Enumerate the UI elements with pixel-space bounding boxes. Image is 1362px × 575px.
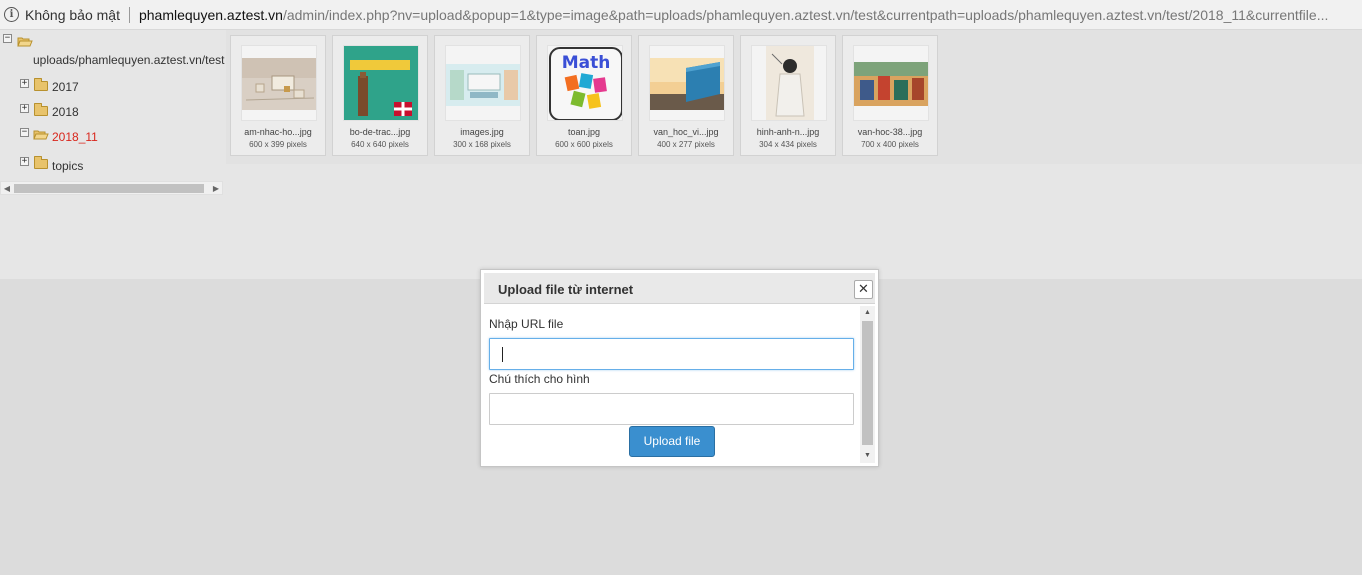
address-bar[interactable]: i Không bảo mật phamlequyen.aztest.vn/ad… xyxy=(0,0,1362,30)
close-icon[interactable]: ✕ xyxy=(854,280,873,299)
caption-field[interactable] xyxy=(489,393,854,425)
caption-field-label: Chú thích cho hình xyxy=(489,372,590,386)
image-dimensions: 600 x 600 pixels xyxy=(555,140,613,149)
image-name: bo-de-trac...jpg xyxy=(349,127,411,137)
folder-tree: − uploads/phamlequyen.aztest.vn/test + 2… xyxy=(0,30,226,200)
image-thumbnail[interactable] xyxy=(445,45,521,121)
image-thumbnail[interactable]: Math xyxy=(547,45,623,121)
tree-item-label[interactable]: topics xyxy=(52,159,83,173)
url-host[interactable]: phamlequyen.aztest.vn xyxy=(139,7,283,23)
image-grid: am-nhac-ho...jpg 600 x 399 pixels bo-de-… xyxy=(226,30,1362,164)
dialog-vertical-scrollbar[interactable]: ▲ ▼ xyxy=(860,306,875,463)
scroll-up-icon[interactable]: ▲ xyxy=(860,307,875,319)
dialog-header[interactable]: Upload file từ internet ✕ xyxy=(484,273,875,304)
scrollbar-thumb[interactable] xyxy=(14,184,204,193)
image-name: van-hoc-38...jpg xyxy=(857,127,923,137)
scroll-down-icon[interactable]: ▼ xyxy=(860,450,875,462)
image-name: van_hoc_vi...jpg xyxy=(653,127,719,137)
image-item[interactable]: images.jpg 300 x 168 pixels xyxy=(434,35,530,156)
expand-icon[interactable]: + xyxy=(20,79,29,88)
url-field[interactable] xyxy=(489,338,854,370)
image-dimensions: 640 x 640 pixels xyxy=(351,140,409,149)
image-item[interactable]: am-nhac-ho...jpg 600 x 399 pixels xyxy=(230,35,326,156)
folder-icon xyxy=(34,103,48,116)
image-dimensions: 300 x 168 pixels xyxy=(453,140,511,149)
scroll-left-icon[interactable]: ◀ xyxy=(2,184,12,194)
file-manager: − uploads/phamlequyen.aztest.vn/test + 2… xyxy=(0,30,1362,279)
image-dimensions: 304 x 434 pixels xyxy=(759,140,817,149)
image-name: hinh-anh-n...jpg xyxy=(756,127,820,137)
scroll-right-icon[interactable]: ▶ xyxy=(211,184,221,194)
scrollbar-thumb[interactable] xyxy=(862,321,873,445)
image-thumbnail[interactable] xyxy=(649,45,725,121)
image-name: images.jpg xyxy=(460,127,504,137)
image-dimensions: 700 x 400 pixels xyxy=(861,140,919,149)
image-dimensions: 600 x 399 pixels xyxy=(249,140,307,149)
text-caret xyxy=(502,347,503,362)
image-item[interactable]: Math toan.jpg 600 x 600 pixels xyxy=(536,35,632,156)
info-icon[interactable]: i xyxy=(4,7,19,22)
image-name: toan.jpg xyxy=(567,127,601,137)
image-thumbnail[interactable] xyxy=(751,45,827,121)
open-folder-icon xyxy=(17,36,33,47)
tree-item-label[interactable]: 2017 xyxy=(52,80,79,94)
url-field-label: Nhập URL file xyxy=(489,317,564,331)
collapse-icon[interactable]: − xyxy=(20,128,29,137)
open-folder-icon xyxy=(33,129,49,140)
tree-item-label[interactable]: 2018 xyxy=(52,105,79,119)
folder-icon xyxy=(34,156,48,169)
tree-horizontal-scrollbar[interactable]: ◀ ▶ xyxy=(0,181,223,195)
tree-item-label[interactable]: 2018_11 xyxy=(52,130,98,144)
image-thumbnail[interactable] xyxy=(241,45,317,121)
expand-icon[interactable]: + xyxy=(20,104,29,113)
image-name: am-nhac-ho...jpg xyxy=(244,127,312,137)
math-logo-text: Math xyxy=(562,53,611,73)
address-divider xyxy=(128,6,130,23)
dialog-title: Upload file từ internet xyxy=(498,282,634,297)
image-item[interactable]: bo-de-trac...jpg 640 x 640 pixels xyxy=(332,35,428,156)
upload-file-button[interactable]: Upload file xyxy=(629,426,715,457)
image-item[interactable]: hinh-anh-n...jpg 304 x 434 pixels xyxy=(740,35,836,156)
image-item[interactable]: van-hoc-38...jpg 700 x 400 pixels xyxy=(842,35,938,156)
collapse-icon[interactable]: − xyxy=(3,34,12,43)
upload-url-dialog: Upload file từ internet ✕ Nhập URL file … xyxy=(480,269,879,467)
security-status[interactable]: Không bảo mật xyxy=(25,7,120,23)
expand-icon[interactable]: + xyxy=(20,157,29,166)
image-item[interactable]: van_hoc_vi...jpg 400 x 277 pixels xyxy=(638,35,734,156)
folder-icon xyxy=(34,78,48,91)
tree-root-label[interactable]: uploads/phamlequyen.aztest.vn/test xyxy=(33,53,225,67)
image-thumbnail[interactable] xyxy=(853,45,929,121)
image-dimensions: 400 x 277 pixels xyxy=(657,140,715,149)
url-path[interactable]: /admin/index.php?nv=upload&popup=1&type=… xyxy=(283,7,1328,23)
image-thumbnail[interactable] xyxy=(343,45,419,121)
